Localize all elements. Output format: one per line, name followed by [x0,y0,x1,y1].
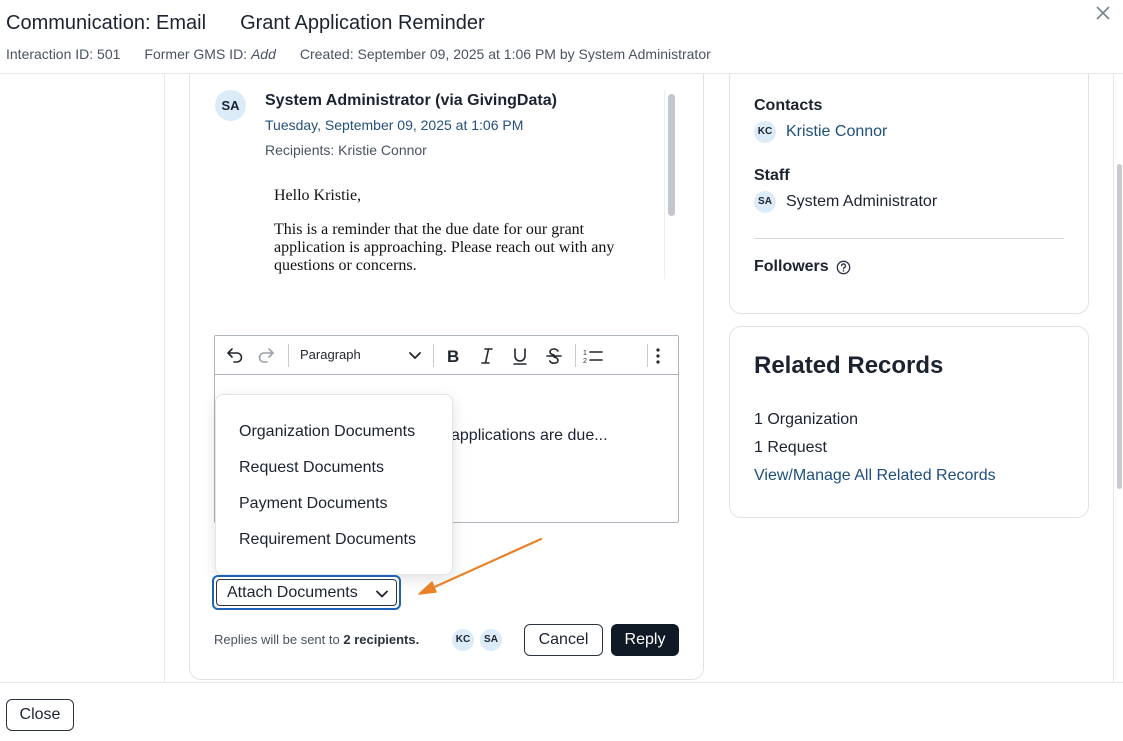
paragraph-style-select[interactable]: Paragraph [300,347,361,362]
toolbar-divider [288,344,289,367]
strikethrough-icon[interactable] [543,345,565,367]
interaction-meta: Interaction ID: 501 Former GMS ID: Add Cre… [6,46,711,62]
svg-text:1: 1 [583,350,587,357]
toolbar-divider [575,344,576,367]
communication-subject: Grant Application Reminder [240,12,485,34]
message-scrollbar[interactable] [668,94,675,216]
avatar: SA [480,629,502,651]
menu-item-organization-documents[interactable]: Organization Documents [239,423,415,441]
divider [164,74,165,682]
replies-recipient-note: Replies will be sent to 2 recipients. [214,632,419,647]
page-scrollbar[interactable] [1117,164,1122,489]
redo-icon[interactable] [256,345,278,367]
related-records-title: Related Records [754,352,944,379]
message-text: This is a reminder that the due date for… [274,221,615,274]
related-organizations: 1 Organization [754,411,859,428]
message-recipients: Recipients: Kristie Connor [265,142,427,158]
former-gms-label: Former GMS ID: [144,46,248,62]
modal-content: SA System Administrator (via GivingData)… [0,74,1123,682]
avatar: SA [215,90,246,121]
close-button[interactable]: Close [6,699,74,731]
attach-documents-button[interactable]: Attach Documents [212,575,401,610]
undo-icon[interactable] [223,345,245,367]
editor-toolbar: Paragraph B 12 [215,336,678,375]
svg-text:B: B [447,347,459,366]
italic-icon[interactable] [476,345,498,367]
underline-icon[interactable] [509,345,531,367]
interaction-id: Interaction ID: 501 [6,46,121,62]
menu-item-payment-documents[interactable]: Payment Documents [239,495,388,513]
modal-title: Communication: Email Grant Application Re… [6,12,485,35]
numbered-list-icon[interactable]: 12 [582,345,604,367]
avatar: KC [754,121,776,143]
bold-icon[interactable]: B [442,345,464,367]
contacts-heading: Contacts [754,97,823,114]
manage-related-records-link[interactable]: View/Manage All Related Records [754,467,996,485]
divider [1113,74,1114,682]
close-icon[interactable] [1093,4,1113,24]
former-gms-add-link[interactable]: Add [251,46,276,62]
message-body: Hello Kristie, This is a reminder that t… [274,187,654,279]
recipient-count: 2 recipients. [343,632,420,647]
followers-heading: Followers [754,258,829,275]
modal-header: Communication: Email Grant Application Re… [0,0,1123,74]
reply-button[interactable]: Reply [611,624,679,656]
avatar: SA [754,191,776,213]
communication-type: Communication: Email [6,12,207,34]
message-date: Tuesday, September 09, 2025 at 1:06 PM [265,117,524,133]
replies-prefix: Replies will be sent to [214,632,340,647]
divider [754,238,1064,239]
message-greeting: Hello Kristie, [274,187,362,204]
editor-draft-text[interactable]: applications are due... [451,427,608,445]
message-sender: System Administrator (via GivingData) [265,92,557,109]
menu-item-request-documents[interactable]: Request Documents [239,459,384,477]
chevron-down-icon[interactable] [408,348,422,367]
staff-heading: Staff [754,167,790,184]
menu-item-requirement-documents[interactable]: Requirement Documents [239,531,416,549]
help-icon[interactable] [836,260,851,280]
svg-text:2: 2 [583,358,587,365]
attach-documents-menu: Organization Documents Request Documents… [215,394,453,575]
related-requests: 1 Request [754,439,827,456]
attach-documents-label: Attach Documents [227,584,358,601]
created-info: Created: September 09, 2025 at 1:06 PM b… [299,46,711,62]
more-icon[interactable] [647,345,669,367]
contact-link[interactable]: Kristie Connor [786,123,887,141]
toolbar-divider [433,344,434,367]
avatar: KC [452,629,474,651]
chevron-down-icon [374,586,390,607]
modal-footer: Close [0,682,1123,741]
staff-name: System Administrator [786,193,938,210]
cancel-button[interactable]: Cancel [524,624,603,656]
